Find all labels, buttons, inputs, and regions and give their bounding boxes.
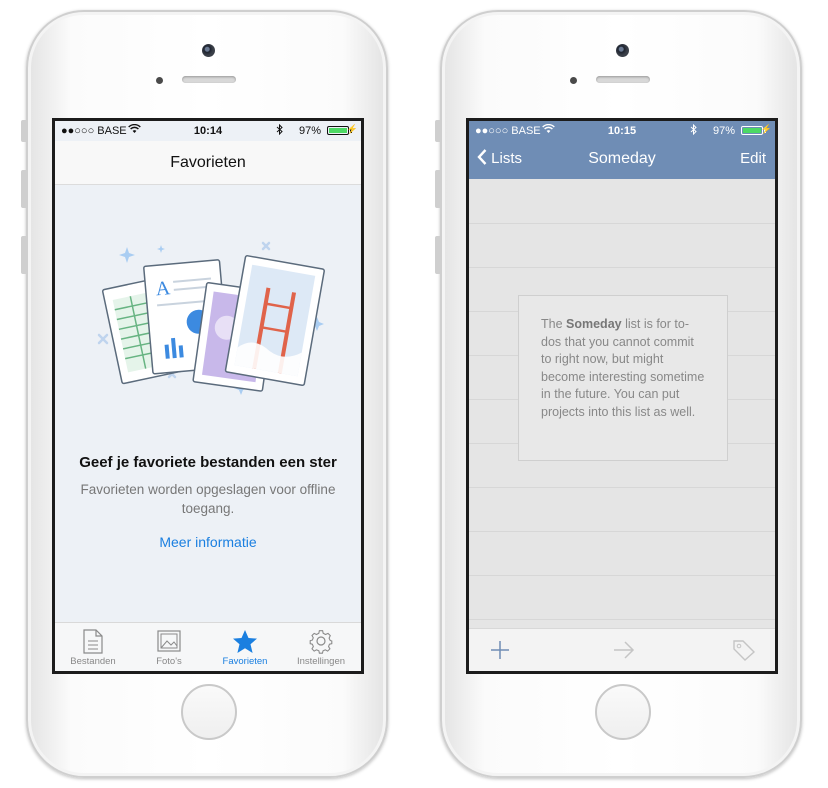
battery-icon (741, 126, 763, 135)
star-icon (207, 627, 283, 655)
page-title: Someday (588, 150, 656, 167)
bottom-toolbar (469, 628, 775, 671)
screen-dropbox-favorites: ●●○○○ BASE 10:14 97% ⚡ Favorieten A Geef… (52, 118, 364, 674)
someday-info-card: The Someday list is for to-dos that you … (518, 295, 728, 461)
nav-bar: Favorieten (55, 141, 361, 185)
tab-favorites-label: Favorieten (222, 656, 268, 667)
charging-icon: ⚡ (760, 124, 772, 134)
proximity-sensor (570, 77, 577, 84)
photo-icon (131, 627, 207, 655)
note-body: list is for to-dos that you cannot commi… (541, 317, 705, 419)
more-info-link[interactable]: Meer informatie (55, 534, 361, 550)
status-bar: ●●○○○ BASE 10:14 97% ⚡ (55, 121, 361, 141)
favorites-illustration: A (95, 231, 325, 421)
iphone-left: ●●○○○ BASE 10:14 97% ⚡ Favorieten A Geef… (21, 10, 388, 778)
mute-switch (21, 120, 26, 142)
front-camera (616, 44, 629, 57)
charging-icon: ⚡ (346, 124, 358, 134)
tab-files[interactable]: Bestanden (55, 627, 131, 667)
volume-down-button (435, 236, 440, 274)
tab-photos-label: Foto's (156, 656, 182, 667)
arrow-right-icon[interactable] (611, 637, 637, 663)
tab-favorites[interactable]: Favorieten (207, 627, 283, 667)
tab-settings-label: Instellingen (296, 656, 346, 667)
battery-percent: 97% (712, 125, 735, 137)
empty-state-subtitle: Favorieten worden opgeslagen voor offlin… (80, 482, 336, 516)
bluetooth-icon (690, 123, 697, 138)
note-bold: Someday (566, 317, 622, 331)
home-button[interactable] (595, 684, 651, 740)
document-icon (55, 627, 131, 655)
bluetooth-icon (276, 123, 283, 138)
tag-icon[interactable] (731, 637, 757, 663)
home-button[interactable] (181, 684, 237, 740)
battery-icon (327, 126, 349, 135)
volume-up-button (21, 170, 26, 208)
screen-someday-list: ●●○○○ BASE 10:15 97% ⚡ Lists Someday Edi… (466, 118, 778, 674)
nav-bar: Lists Someday Edit (469, 141, 775, 179)
front-camera (202, 44, 215, 57)
proximity-sensor (156, 77, 163, 84)
empty-state-title: Geef je favoriete bestanden een ster (79, 454, 337, 471)
volume-up-button (435, 170, 440, 208)
volume-down-button (21, 236, 26, 274)
plus-icon[interactable] (487, 637, 513, 663)
tab-bar: Bestanden Foto's Favorieten Instellingen (55, 622, 361, 671)
mute-switch (435, 120, 440, 142)
iphone-right: ●●○○○ BASE 10:15 97% ⚡ Lists Someday Edi… (435, 10, 802, 778)
battery-percent: 97% (298, 125, 321, 137)
tab-files-label: Bestanden (70, 656, 116, 667)
svg-text:A: A (155, 277, 172, 300)
tab-settings[interactable]: Instellingen (283, 627, 359, 667)
page-title: Favorieten (170, 154, 246, 171)
earpiece-speaker (596, 76, 650, 83)
gear-icon (283, 627, 359, 655)
status-bar: ●●○○○ BASE 10:15 97% ⚡ (469, 121, 775, 141)
note-prefix: The (541, 317, 567, 331)
edit-button[interactable]: Edit (740, 150, 766, 167)
tab-photos[interactable]: Foto's (131, 627, 207, 667)
earpiece-speaker (182, 76, 236, 83)
